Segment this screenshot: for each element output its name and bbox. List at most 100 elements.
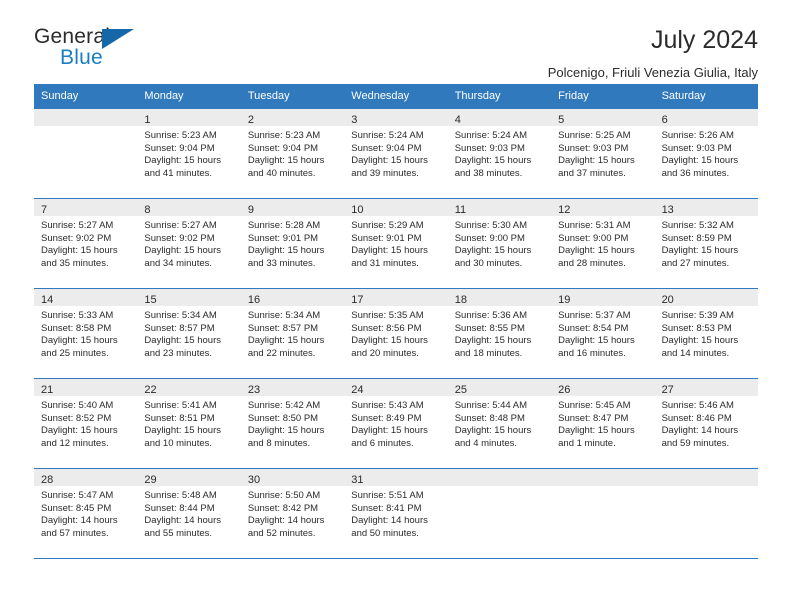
daylight-text: Daylight: 15 hours and 4 minutes. [454, 425, 532, 449]
day-cell[interactable]: 12 Sunrise: 5:31 AM Sunset: 9:00 PM Dayl… [551, 199, 655, 289]
weekday-header-friday: Friday [558, 90, 589, 102]
day-number: 8 [144, 204, 151, 217]
day-cell[interactable]: 31 Sunrise: 5:51 AM Sunset: 8:41 PM Dayl… [344, 469, 448, 559]
day-details: Sunrise: 5:50 AM Sunset: 8:42 PM Dayligh… [241, 486, 344, 540]
day-number: 2 [247, 114, 254, 127]
sunset-text: Sunset: 9:04 PM [247, 142, 319, 154]
week-row: 7 Sunrise: 5:27 AM Sunset: 9:02 PM Dayli… [34, 199, 758, 290]
sunrise-text: Sunrise: 5:27 AM [41, 220, 114, 232]
day-details: Sunrise: 5:34 AM Sunset: 8:57 PM Dayligh… [137, 306, 240, 360]
day-cell[interactable]: 11 Sunrise: 5:30 AM Sunset: 9:00 PM Dayl… [447, 199, 552, 289]
day-cell[interactable] [447, 469, 552, 559]
day-number: 20 [661, 294, 674, 307]
day-number-strip: 23 [240, 379, 345, 397]
sunrise-text: Sunrise: 5:35 AM [351, 310, 424, 322]
sunrise-text: Sunrise: 5:33 AM [41, 310, 114, 322]
daylight-text: Daylight: 15 hours and 36 minutes. [661, 155, 739, 179]
day-details [448, 486, 551, 490]
day-details: Sunrise: 5:33 AM Sunset: 8:58 PM Dayligh… [34, 306, 137, 360]
day-number-strip: 9 [240, 199, 345, 217]
day-cell[interactable]: 3 Sunrise: 5:24 AM Sunset: 9:04 PM Dayli… [344, 109, 448, 199]
day-details: Sunrise: 5:35 AM Sunset: 8:56 PM Dayligh… [344, 306, 447, 360]
sunset-text: Sunset: 8:52 PM [41, 412, 112, 424]
day-cell[interactable]: 27 Sunrise: 5:46 AM Sunset: 8:46 PM Dayl… [654, 379, 758, 469]
day-details: Sunrise: 5:25 AM Sunset: 9:03 PM Dayligh… [551, 126, 654, 180]
day-number: 10 [351, 204, 364, 217]
sunset-text: Sunset: 8:47 PM [558, 412, 629, 424]
calendar-page: General Blue July 2024 Polcenigo, Friuli… [0, 0, 792, 612]
day-number: 30 [247, 474, 261, 487]
day-cell[interactable]: 23 Sunrise: 5:42 AM Sunset: 8:50 PM Dayl… [240, 379, 345, 469]
weekday-header-monday: Monday [144, 90, 184, 102]
day-number: 5 [558, 114, 565, 127]
day-cell[interactable]: 25 Sunrise: 5:44 AM Sunset: 8:48 PM Dayl… [447, 379, 552, 469]
day-number: 4 [454, 114, 461, 127]
day-number-strip: 4 [447, 109, 552, 127]
daylight-text: Daylight: 15 hours and 41 minutes. [144, 155, 221, 179]
day-details: Sunrise: 5:39 AM Sunset: 8:53 PM Dayligh… [655, 306, 758, 360]
daylight-text: Daylight: 14 hours and 55 minutes. [144, 515, 221, 539]
day-cell[interactable]: 30 Sunrise: 5:50 AM Sunset: 8:42 PM Dayl… [240, 469, 345, 559]
day-cell[interactable]: 14 Sunrise: 5:33 AM Sunset: 8:58 PM Dayl… [34, 289, 138, 379]
day-number: 19 [558, 294, 571, 307]
day-cell[interactable] [34, 109, 138, 199]
daylight-text: Daylight: 15 hours and 14 minutes. [661, 335, 739, 359]
daylight-text: Daylight: 15 hours and 25 minutes. [41, 335, 118, 359]
sunset-text: Sunset: 8:55 PM [454, 322, 525, 334]
day-cell[interactable]: 20 Sunrise: 5:39 AM Sunset: 8:53 PM Dayl… [654, 289, 758, 379]
day-cell[interactable]: 16 Sunrise: 5:34 AM Sunset: 8:57 PM Dayl… [240, 289, 345, 379]
week-row: 1 Sunrise: 5:23 AM Sunset: 9:04 PM Dayli… [34, 109, 758, 200]
day-cell[interactable]: 8 Sunrise: 5:27 AM Sunset: 9:02 PM Dayli… [137, 199, 241, 289]
day-cell[interactable]: 5 Sunrise: 5:25 AM Sunset: 9:03 PM Dayli… [551, 109, 655, 199]
day-cell[interactable]: 7 Sunrise: 5:27 AM Sunset: 9:02 PM Dayli… [34, 199, 138, 289]
week-row: 21 Sunrise: 5:40 AM Sunset: 8:52 PM Dayl… [34, 379, 758, 470]
day-cell[interactable]: 15 Sunrise: 5:34 AM Sunset: 8:57 PM Dayl… [137, 289, 241, 379]
day-details [655, 486, 758, 490]
day-cell[interactable]: 1 Sunrise: 5:23 AM Sunset: 9:04 PM Dayli… [137, 109, 241, 199]
day-details: Sunrise: 5:42 AM Sunset: 8:50 PM Dayligh… [241, 396, 344, 450]
day-cell[interactable]: 4 Sunrise: 5:24 AM Sunset: 9:03 PM Dayli… [447, 109, 552, 199]
day-cell[interactable]: 26 Sunrise: 5:45 AM Sunset: 8:47 PM Dayl… [551, 379, 655, 469]
sunrise-text: Sunrise: 5:23 AM [247, 130, 321, 142]
day-cell[interactable]: 6 Sunrise: 5:26 AM Sunset: 9:03 PM Dayli… [654, 109, 758, 199]
day-cell[interactable]: 21 Sunrise: 5:40 AM Sunset: 8:52 PM Dayl… [34, 379, 138, 469]
day-details: Sunrise: 5:34 AM Sunset: 8:57 PM Dayligh… [241, 306, 344, 360]
sunrise-text: Sunrise: 5:34 AM [144, 310, 217, 322]
sunrise-text: Sunrise: 5:39 AM [661, 310, 734, 322]
day-cell[interactable]: 18 Sunrise: 5:36 AM Sunset: 8:55 PM Dayl… [447, 289, 552, 379]
day-cell[interactable] [551, 469, 655, 559]
day-cell[interactable]: 19 Sunrise: 5:37 AM Sunset: 8:54 PM Dayl… [551, 289, 655, 379]
daylight-text: Daylight: 15 hours and 1 minute. [558, 425, 635, 449]
logo-text-blue: Blue [60, 46, 103, 69]
day-cell[interactable]: 2 Sunrise: 5:23 AM Sunset: 9:04 PM Dayli… [240, 109, 345, 199]
day-number-strip: 29 [137, 469, 241, 487]
day-cell[interactable]: 9 Sunrise: 5:28 AM Sunset: 9:01 PM Dayli… [240, 199, 345, 289]
general-blue-logo[interactable]: General Blue [34, 26, 150, 78]
sunset-text: Sunset: 9:03 PM [558, 142, 629, 154]
sunset-text: Sunset: 9:03 PM [661, 142, 732, 154]
day-details: Sunrise: 5:29 AM Sunset: 9:01 PM Dayligh… [344, 216, 447, 270]
daylight-text: Daylight: 15 hours and 16 minutes. [558, 335, 635, 359]
day-cell[interactable]: 24 Sunrise: 5:43 AM Sunset: 8:49 PM Dayl… [344, 379, 448, 469]
sunrise-text: Sunrise: 5:26 AM [661, 130, 734, 142]
daylight-text: Daylight: 14 hours and 50 minutes. [351, 515, 428, 539]
day-cell[interactable]: 28 Sunrise: 5:47 AM Sunset: 8:45 PM Dayl… [34, 469, 138, 559]
daylight-text: Daylight: 15 hours and 39 minutes. [351, 155, 428, 179]
day-number: 1 [144, 114, 151, 127]
day-cell[interactable]: 22 Sunrise: 5:41 AM Sunset: 8:51 PM Dayl… [137, 379, 241, 469]
sunrise-text: Sunrise: 5:25 AM [558, 130, 631, 142]
day-number: 13 [661, 204, 674, 217]
day-cell[interactable]: 10 Sunrise: 5:29 AM Sunset: 9:01 PM Dayl… [344, 199, 448, 289]
sunrise-text: Sunrise: 5:36 AM [454, 310, 528, 322]
day-number-strip: 21 [34, 379, 138, 397]
week-row: 28 Sunrise: 5:47 AM Sunset: 8:45 PM Dayl… [34, 469, 758, 560]
day-details: Sunrise: 5:46 AM Sunset: 8:46 PM Dayligh… [655, 396, 758, 450]
day-number-strip: 26 [551, 379, 655, 397]
day-number: 12 [558, 204, 571, 217]
day-cell[interactable]: 29 Sunrise: 5:48 AM Sunset: 8:44 PM Dayl… [137, 469, 241, 559]
day-cell[interactable]: 17 Sunrise: 5:35 AM Sunset: 8:56 PM Dayl… [344, 289, 448, 379]
day-number-strip [447, 469, 552, 487]
day-cell[interactable]: 13 Sunrise: 5:32 AM Sunset: 8:59 PM Dayl… [654, 199, 758, 289]
day-cell[interactable] [654, 469, 758, 559]
day-details: Sunrise: 5:47 AM Sunset: 8:45 PM Dayligh… [34, 486, 137, 540]
